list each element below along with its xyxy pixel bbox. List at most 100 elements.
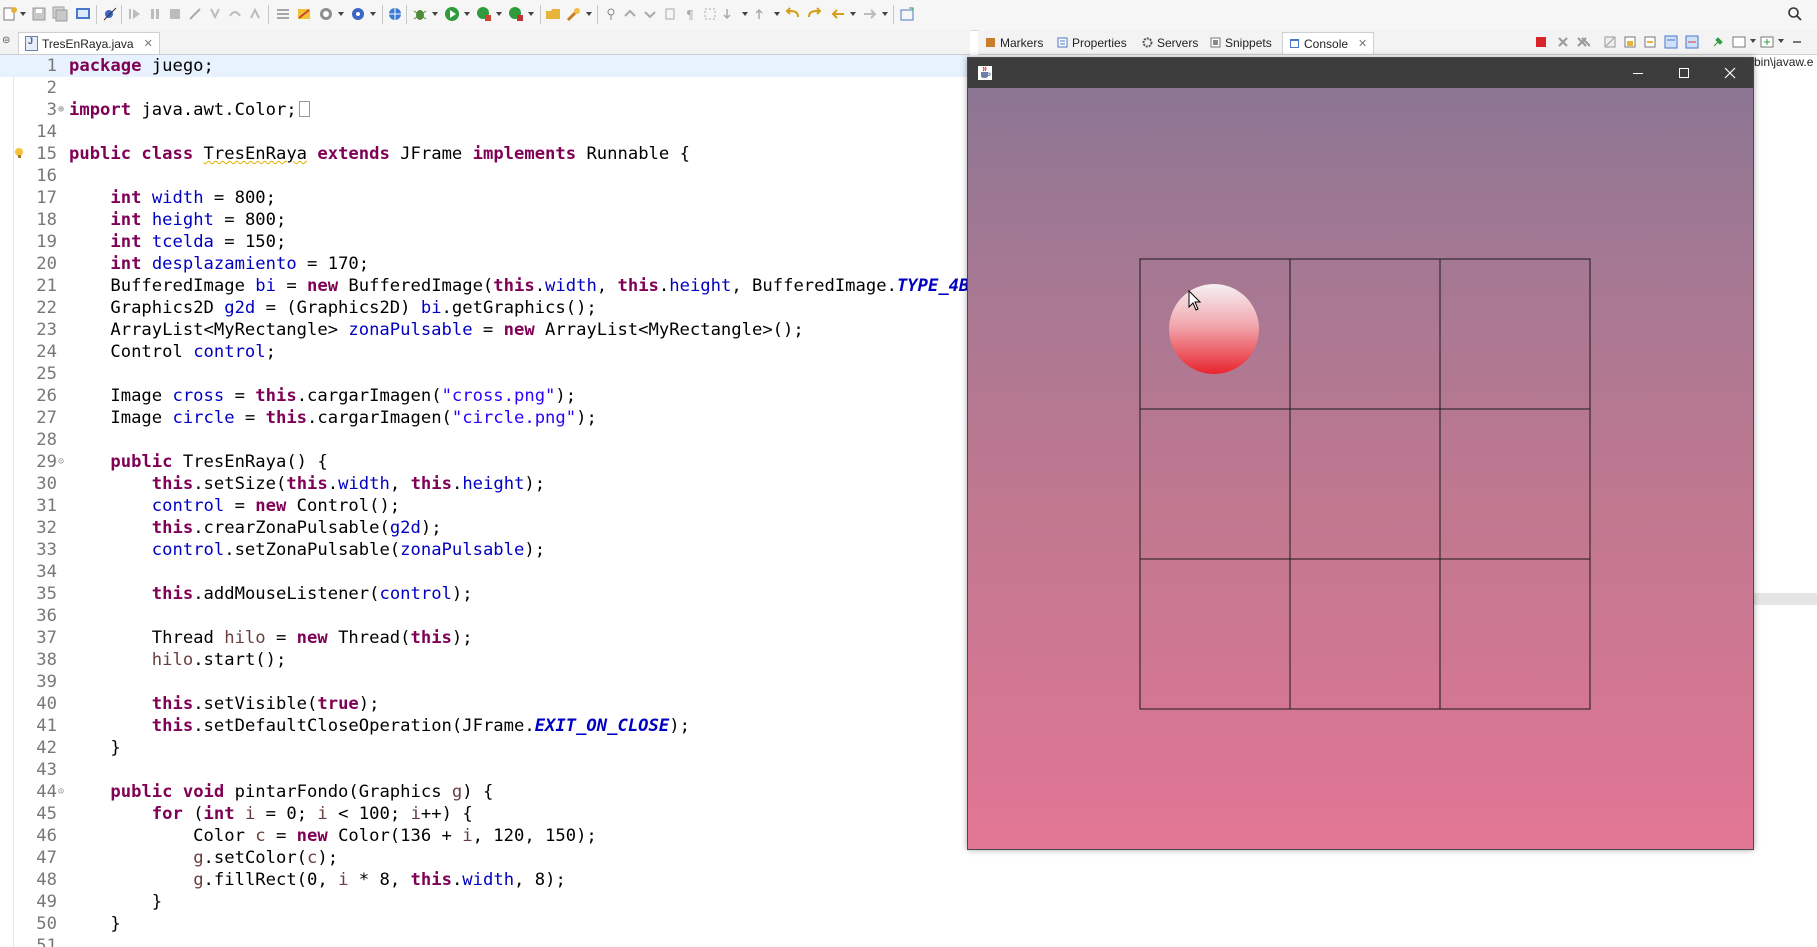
- redo-nav-icon[interactable]: [806, 6, 822, 22]
- tab-console[interactable]: Console ✕: [1282, 32, 1375, 54]
- code-line[interactable]: 1 package juego;: [0, 55, 970, 77]
- undo-nav-icon[interactable]: [785, 6, 801, 22]
- board-cell-1-1[interactable]: [1289, 408, 1441, 560]
- code-line[interactable]: 44 ⊝ public void pintarFondo(Graphics g) …: [0, 781, 970, 803]
- globe-icon[interactable]: [387, 6, 403, 22]
- code-line[interactable]: 36: [0, 605, 970, 627]
- new-console-icon[interactable]: [1760, 35, 1774, 49]
- code-line[interactable]: 16: [0, 165, 970, 187]
- code-line[interactable]: 46 Color c = new Color(136 + i, 120, 150…: [0, 825, 970, 847]
- forward-dropdown[interactable]: [882, 12, 888, 16]
- close-tab-icon[interactable]: ✕: [144, 37, 153, 50]
- word-wrap-icon[interactable]: [1643, 35, 1657, 49]
- open-perspective-icon[interactable]: [899, 6, 915, 22]
- code-line[interactable]: 40 this.setVisible(true);: [0, 693, 970, 715]
- fold-toggle-icon[interactable]: ⊕: [58, 99, 64, 121]
- code-line[interactable]: 26 Image cross = this.cargarImagen("cros…: [0, 385, 970, 407]
- code-line[interactable]: 50 }: [0, 913, 970, 935]
- new-project-dropdown[interactable]: [338, 12, 344, 16]
- save-icon[interactable]: [31, 6, 47, 22]
- console-dropdown[interactable]: [1750, 39, 1756, 43]
- code-line[interactable]: 27 Image circle = this.cargarImagen("cir…: [0, 407, 970, 429]
- previous-annotation-icon[interactable]: [642, 6, 658, 22]
- new-package-dropdown[interactable]: [370, 12, 376, 16]
- code-line[interactable]: 33 control.setZonaPulsable(zonaPulsable)…: [0, 539, 970, 561]
- run-icon[interactable]: [444, 6, 460, 22]
- code-line[interactable]: 42 }: [0, 737, 970, 759]
- code-line[interactable]: 15 public class TresEnRaya extends JFrame…: [0, 143, 970, 165]
- code-line[interactable]: 2: [0, 77, 970, 99]
- code-line[interactable]: 51: [0, 935, 970, 947]
- search-tool-dropdown[interactable]: [586, 12, 592, 16]
- terminate-console-icon[interactable]: [1534, 35, 1548, 49]
- code-line[interactable]: 35 this.addMouseListener(control);: [0, 583, 970, 605]
- code-line[interactable]: 23 ArrayList<MyRectangle> zonaPulsable =…: [0, 319, 970, 341]
- code-line[interactable]: 25: [0, 363, 970, 385]
- new-dropdown-arrow[interactable]: [20, 12, 26, 16]
- code-line[interactable]: 38 hilo.start();: [0, 649, 970, 671]
- new-package-icon[interactable]: [350, 6, 366, 22]
- close-window-button[interactable]: [1707, 58, 1753, 88]
- new-console-dropdown[interactable]: [1778, 39, 1784, 43]
- code-line[interactable]: 24 Control control;: [0, 341, 970, 363]
- terminate-icon[interactable]: [167, 6, 183, 22]
- code-line[interactable]: 34: [0, 561, 970, 583]
- board-cell-2-1[interactable]: [1289, 558, 1441, 710]
- fold-toggle-icon[interactable]: ⊝: [58, 451, 64, 473]
- board-cell-2-0[interactable]: [1139, 558, 1291, 710]
- code-line[interactable]: 31 control = new Control();: [0, 495, 970, 517]
- code-line[interactable]: 19 int tcelda = 150;: [0, 231, 970, 253]
- code-line[interactable]: 14: [0, 121, 970, 143]
- code-editor[interactable]: 1 package juego; 2 3 ⊕ import java.awt.Color;…: [0, 55, 970, 947]
- game-canvas[interactable]: [968, 88, 1753, 849]
- pin-icon[interactable]: [603, 6, 619, 22]
- code-line[interactable]: 30 this.setSize(this.width, this.height)…: [0, 473, 970, 495]
- external-dropdown[interactable]: [528, 12, 534, 16]
- board-cell-1-2[interactable]: [1439, 408, 1591, 560]
- maximize-button[interactable]: [1661, 58, 1707, 88]
- display-console-icon[interactable]: [1732, 35, 1746, 49]
- view-menu-icon[interactable]: ⊜: [2, 35, 10, 46]
- new-icon[interactable]: [2, 6, 18, 22]
- board-cell-1-0[interactable]: [1139, 408, 1291, 560]
- code-line[interactable]: 39: [0, 671, 970, 693]
- code-line[interactable]: 47 g.setColor(c);: [0, 847, 970, 869]
- code-line[interactable]: 37 Thread hilo = new Thread(this);: [0, 627, 970, 649]
- last-edit-icon[interactable]: [662, 6, 678, 22]
- back-dropdown[interactable]: [850, 12, 856, 16]
- fold-toggle-icon[interactable]: ⊝: [58, 781, 64, 803]
- code-line[interactable]: 45 for (int i = 0; i < 100; i++) {: [0, 803, 970, 825]
- code-line[interactable]: 20 int desplazamiento = 170;: [0, 253, 970, 275]
- step-over-icon[interactable]: [227, 6, 243, 22]
- open-type-icon[interactable]: [545, 6, 561, 22]
- scroll-lock-icon[interactable]: [1623, 35, 1637, 49]
- code-line[interactable]: 29 ⊝ public TresEnRaya() {: [0, 451, 970, 473]
- prev-edit-icon[interactable]: [754, 6, 770, 22]
- next-edit-dropdown[interactable]: [742, 12, 748, 16]
- tab-markers[interactable]: Markers: [985, 32, 1043, 53]
- code-line[interactable]: 22 Graphics2D g2d = (Graphics2D) bi.getG…: [0, 297, 970, 319]
- coverage-dropdown[interactable]: [496, 12, 502, 16]
- tab-snippets[interactable]: Snippets: [1210, 32, 1272, 53]
- pilcrow-icon[interactable]: ¶: [682, 6, 698, 22]
- game-titlebar[interactable]: [968, 58, 1753, 88]
- code-line[interactable]: 17 int width = 800;: [0, 187, 970, 209]
- new-java-project-icon[interactable]: [318, 6, 334, 22]
- remove-all-launches-icon[interactable]: [1576, 35, 1590, 49]
- editor-tab-tresenraya[interactable]: TresEnRaya.java ✕: [18, 32, 160, 54]
- prev-edit-dropdown[interactable]: [774, 12, 780, 16]
- next-edit-icon[interactable]: [722, 6, 738, 22]
- code-line[interactable]: 43: [0, 759, 970, 781]
- code-line[interactable]: 32 this.crearZonaPulsable(g2d);: [0, 517, 970, 539]
- skip-breakpoints-icon[interactable]: [102, 6, 118, 22]
- board-cell-0-1[interactable]: [1289, 258, 1441, 410]
- debug-icon[interactable]: [412, 6, 428, 22]
- coverage-icon[interactable]: [296, 6, 312, 22]
- clear-console-icon[interactable]: [1603, 35, 1617, 49]
- tab-servers[interactable]: Servers: [1142, 32, 1198, 53]
- show-stderr-icon[interactable]: [1685, 35, 1699, 49]
- step-into-icon[interactable]: [207, 6, 223, 22]
- code-line[interactable]: 21 BufferedImage bi = new BufferedImage(…: [0, 275, 970, 297]
- code-line[interactable]: 48 g.fillRect(0, i * 8, this.width, 8);: [0, 869, 970, 891]
- open-console-icon[interactable]: [75, 6, 91, 22]
